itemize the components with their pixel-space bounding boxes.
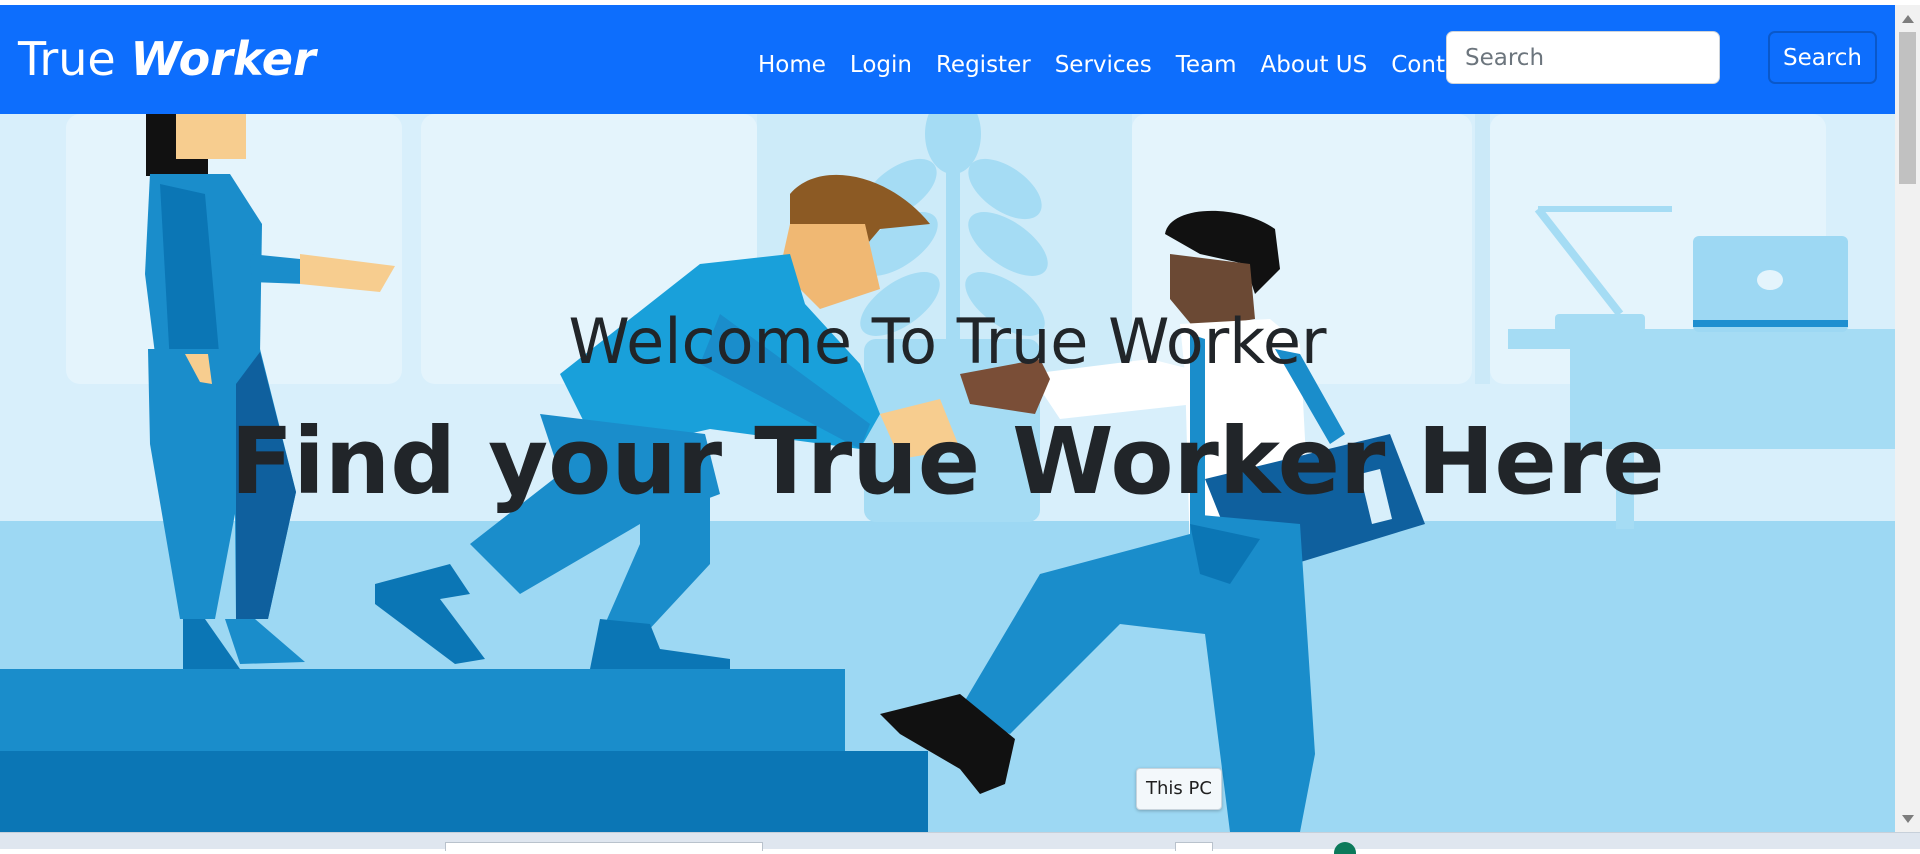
this-pc-tooltip: This PC: [1136, 768, 1222, 810]
scroll-up-icon[interactable]: [1902, 15, 1914, 23]
brand-part1: True: [18, 32, 116, 86]
hero-title: Find your True Worker Here: [230, 408, 1665, 515]
nav-link-team[interactable]: Team: [1176, 52, 1237, 78]
nav-link-register[interactable]: Register: [936, 52, 1031, 78]
navbar: True Worker Home Login Register Services…: [0, 5, 1895, 114]
brand-part2: Worker: [130, 32, 316, 86]
scroll-down-icon[interactable]: [1902, 815, 1914, 823]
taskbar-app-icon[interactable]: [1175, 842, 1213, 851]
hero-section: Welcome To True Worker Find your True Wo…: [0, 114, 1895, 832]
nav-links: Home Login Register Services Team About …: [758, 43, 1505, 87]
brand-logo[interactable]: True Worker: [18, 29, 316, 89]
nav-link-about[interactable]: About US: [1260, 52, 1367, 78]
vertical-scrollbar[interactable]: [1895, 5, 1920, 832]
hero-subtitle: Welcome To True Worker: [568, 305, 1327, 378]
scroll-thumb[interactable]: [1899, 32, 1916, 184]
nav-link-home[interactable]: Home: [758, 52, 826, 78]
taskbar-app-icon[interactable]: [1334, 842, 1356, 854]
nav-link-login[interactable]: Login: [850, 52, 912, 78]
taskbar-search-box[interactable]: [445, 842, 763, 851]
search-input[interactable]: [1446, 31, 1720, 84]
taskbar: [0, 832, 1920, 854]
search-button[interactable]: Search: [1768, 31, 1877, 84]
nav-link-services[interactable]: Services: [1055, 52, 1152, 78]
